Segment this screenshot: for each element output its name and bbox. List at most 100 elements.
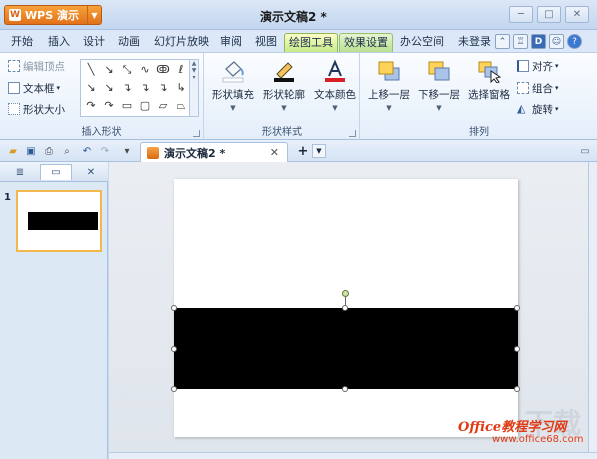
tab-insert[interactable]: 插入 — [44, 33, 74, 52]
shape-fill-button[interactable]: 形状填充 ▼ — [209, 59, 257, 112]
close-button[interactable]: ✕ — [565, 6, 589, 23]
scribble-shape-icon[interactable]: ℓ — [173, 62, 189, 78]
insert-shapes-launcher-icon[interactable] — [193, 130, 200, 137]
slides-view-icon[interactable]: ▭ — [40, 164, 72, 180]
shape-fill-dropdown-icon[interactable]: ▼ — [209, 104, 257, 112]
slides-panel: ≣ ▭ ✕ 1 — [0, 162, 108, 459]
group-label-arrange: 排列 — [469, 127, 489, 138]
collapse-ribbon-icon[interactable]: ⌃ — [495, 34, 510, 49]
bring-forward-icon — [376, 59, 402, 83]
tab-drawing-tools[interactable]: 绘图工具 — [284, 33, 338, 52]
resize-handle-right[interactable] — [514, 346, 520, 352]
print-preview-icon[interactable]: ⌕ — [60, 144, 74, 158]
selection-pane-button[interactable]: 选择窗格 — [465, 59, 513, 102]
document-tab[interactable]: 演示文稿2 * ✕ — [140, 142, 288, 162]
tab-office-space[interactable]: 办公空间 — [396, 33, 448, 52]
tab-effect-settings[interactable]: 效果设置 — [339, 33, 393, 52]
curved-arrow-icon[interactable]: ↷ — [83, 98, 99, 114]
tab-animation[interactable]: 动画 — [114, 33, 144, 52]
save-icon[interactable]: ▣ — [24, 144, 38, 158]
tab-home[interactable]: 开始 — [7, 33, 37, 52]
curved-connector-icon[interactable]: ↳ — [173, 80, 189, 96]
undo-icon[interactable]: ↶ — [80, 144, 94, 158]
elbow-arrow-icon[interactable]: ↘ — [101, 80, 117, 96]
send-backward-dropdown-icon[interactable]: ▼ — [415, 104, 463, 112]
rotation-handle[interactable] — [342, 290, 349, 297]
send-backward-icon — [426, 59, 452, 83]
panel-toggle-icon[interactable]: ▭ — [578, 144, 592, 158]
group-icon — [517, 82, 529, 94]
trapezoid-shape-icon[interactable]: ⏢ — [173, 98, 189, 114]
help-icon[interactable]: ? — [567, 34, 582, 49]
outline-view-icon[interactable]: ≣ — [4, 164, 36, 180]
wps-app-menu-button[interactable]: W WPS 演示 ▼ — [4, 5, 102, 25]
shape-outline-dropdown-icon[interactable]: ▼ — [260, 104, 308, 112]
maximize-button[interactable]: □ — [537, 6, 561, 23]
tab-list-dropdown-icon[interactable]: ▼ — [312, 144, 326, 158]
tab-design[interactable]: 设计 — [79, 33, 109, 52]
line-shape-icon[interactable]: ╲ — [83, 62, 99, 78]
redo-icon[interactable]: ↷ — [98, 144, 112, 158]
skin-icon[interactable]: ♖ — [513, 34, 528, 49]
close-panel-icon[interactable]: ✕ — [80, 164, 102, 180]
connector-arrow-icon[interactable]: ↴ — [137, 80, 153, 96]
minimize-button[interactable]: ─ — [509, 6, 533, 23]
new-tab-button[interactable]: + — [296, 144, 310, 159]
rotate-button[interactable]: ◭ 旋转 ▾ — [517, 101, 559, 117]
arrow-shape-icon[interactable]: ↘ — [101, 62, 117, 78]
tab-slideshow[interactable]: 幻灯片放映 — [150, 33, 213, 52]
thumbnail-shape — [28, 212, 98, 230]
tab-view[interactable]: 视图 — [251, 33, 281, 52]
tab-review[interactable]: 审阅 — [216, 33, 246, 52]
slides-panel-tabs: ≣ ▭ ✕ — [0, 162, 108, 182]
rectangle-shape-icon[interactable]: ▭ — [119, 98, 135, 114]
open-icon[interactable]: ▰ — [6, 144, 20, 158]
align-button[interactable]: 对齐 ▾ — [517, 58, 559, 74]
docer-icon[interactable]: D — [531, 34, 546, 49]
resize-handle-bottom-left[interactable] — [171, 386, 177, 392]
text-color-button[interactable]: 文本颜色 ▼ — [311, 59, 359, 112]
curve-shape-icon[interactable]: ∿ — [137, 62, 153, 78]
double-arrow-shape-icon[interactable]: ⤡ — [119, 62, 135, 78]
edit-points-button[interactable]: 编辑顶点 — [8, 58, 65, 74]
vertical-scrollbar[interactable] — [588, 162, 597, 452]
group-label-shape-styles: 形状样式 — [262, 127, 302, 138]
slide-number: 1 — [4, 192, 11, 203]
resize-handle-bottom[interactable] — [342, 386, 348, 392]
snip-rectangle-icon[interactable]: ▱ — [155, 98, 171, 114]
shape-size-button[interactable]: 形状大小 — [8, 101, 65, 117]
quick-access-toolbar: ▰ ▣ ⎙ ⌕ ↶ ↷ ▾ + ▼ ▭ — [0, 140, 597, 162]
text-color-dropdown-icon[interactable]: ▼ — [311, 104, 359, 112]
resize-handle-left[interactable] — [171, 346, 177, 352]
community-icon[interactable]: ☺ — [549, 34, 564, 49]
text-color-icon — [322, 59, 348, 83]
curved-double-arrow-icon[interactable]: ↷ — [101, 98, 117, 114]
resize-handle-bottom-right[interactable] — [514, 386, 520, 392]
user-login-status[interactable]: 未登录 — [454, 33, 495, 52]
shape-styles-launcher-icon[interactable] — [349, 130, 356, 137]
print-icon[interactable]: ⎙ — [42, 144, 56, 158]
resize-handle-top-right[interactable] — [514, 305, 520, 311]
double-connector-icon[interactable]: ↴ — [155, 80, 171, 96]
presentation-file-icon — [147, 146, 159, 159]
horizontal-scrollbar[interactable] — [109, 452, 597, 459]
selected-rectangle-shape[interactable] — [174, 308, 518, 389]
close-tab-icon[interactable]: ✕ — [270, 146, 279, 159]
text-box-button[interactable]: 文本框 ▾ — [8, 80, 60, 96]
connector-icon[interactable]: ↴ — [119, 80, 135, 96]
shapes-gallery[interactable]: ╲ ↘ ⤡ ∿ ↂ ℓ ↘ ↘ ↴ ↴ ↴ ↳ ↷ ↷ ▭ ▢ ▱ ⏢ — [80, 59, 190, 117]
shapes-gallery-scroll[interactable]: ▲ ▼ ▾ — [190, 59, 199, 117]
elbow-connector-icon[interactable]: ↘ — [83, 80, 99, 96]
shape-outline-button[interactable]: 形状轮廓 ▼ — [260, 59, 308, 112]
group-button[interactable]: 组合 ▾ — [517, 80, 559, 96]
bring-forward-dropdown-icon[interactable]: ▼ — [365, 104, 413, 112]
resize-handle-top[interactable] — [342, 305, 348, 311]
resize-handle-top-left[interactable] — [171, 305, 177, 311]
bring-forward-button[interactable]: 上移一层 ▼ — [365, 59, 413, 112]
send-backward-button[interactable]: 下移一层 ▼ — [415, 59, 463, 112]
freeform-shape-icon[interactable]: ↂ — [155, 62, 171, 78]
rounded-rectangle-icon[interactable]: ▢ — [137, 98, 153, 114]
customize-toolbar-icon[interactable]: ▾ — [120, 144, 134, 158]
app-menu-dropdown-icon[interactable]: ▼ — [87, 6, 101, 24]
slide-thumbnail[interactable] — [16, 190, 102, 252]
